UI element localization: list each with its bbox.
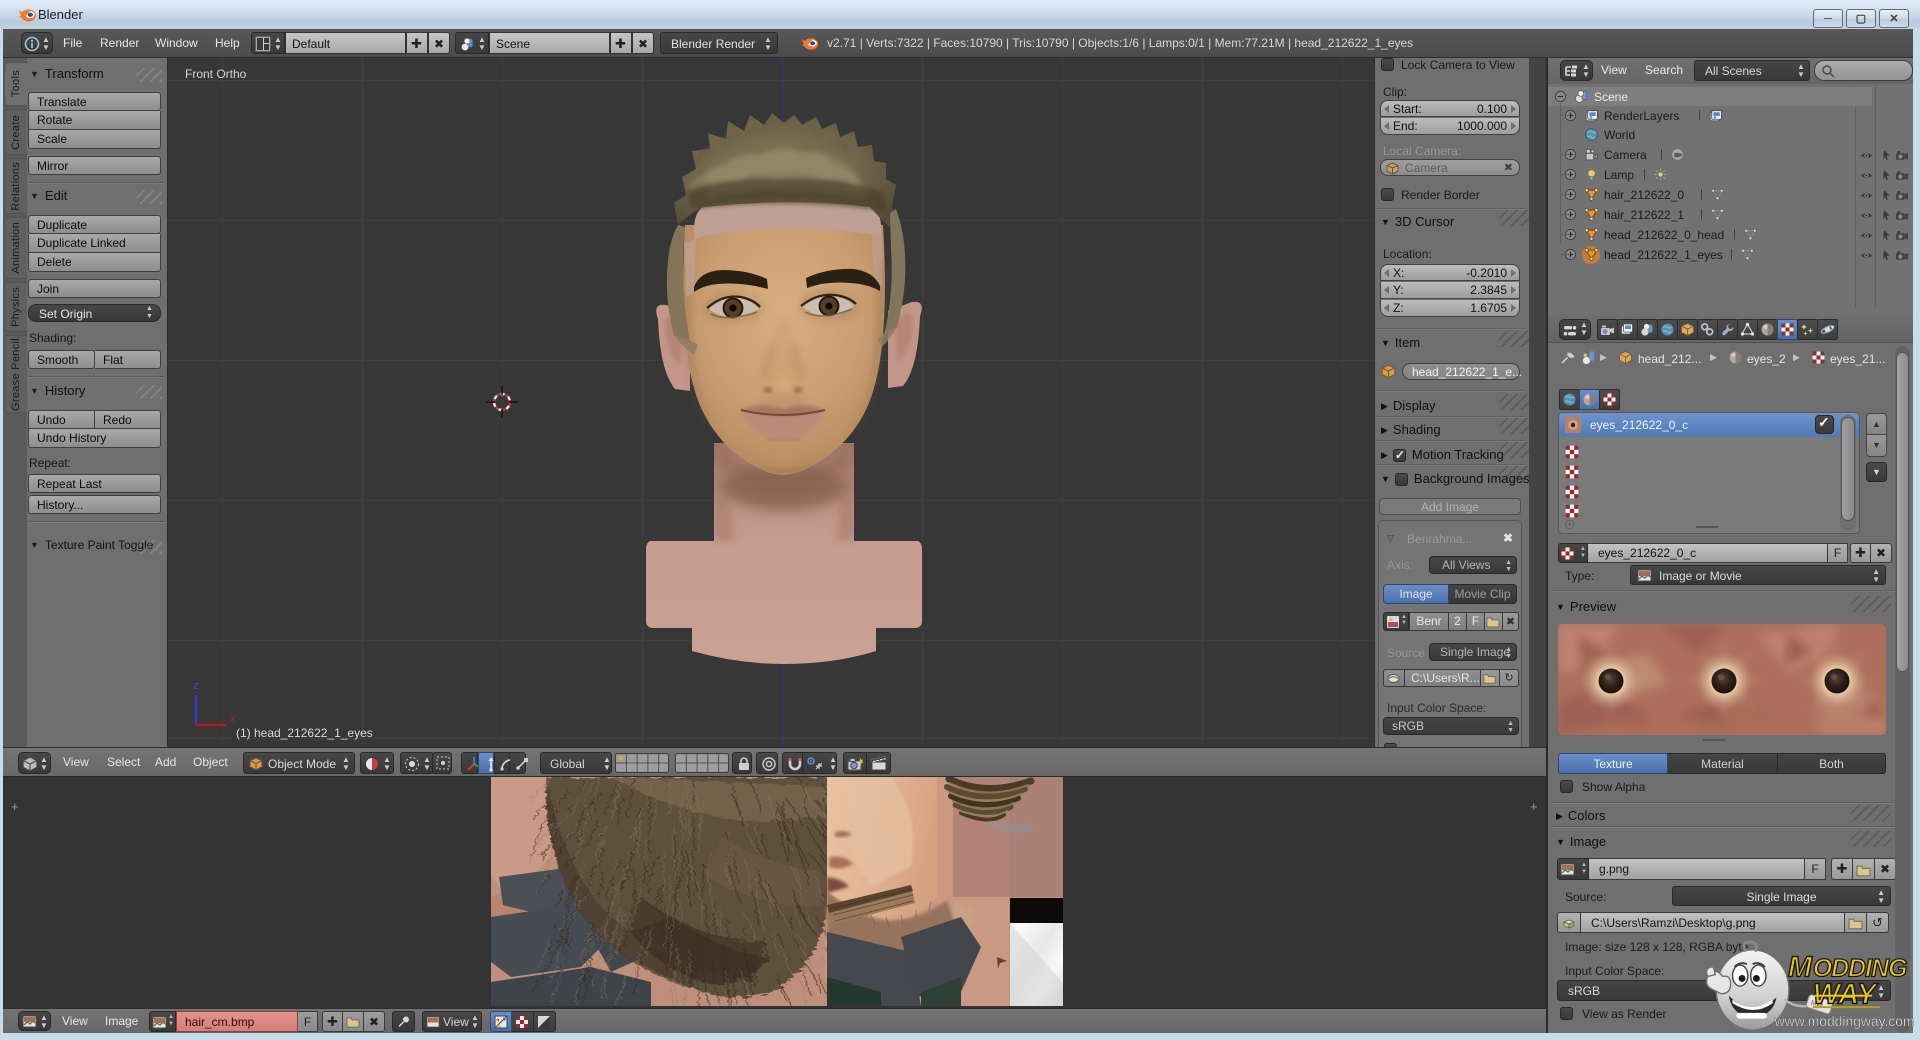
svg-text:z: z: [193, 680, 199, 692]
svg-text:M: M: [1788, 952, 1813, 984]
svg-text:x: x: [230, 713, 236, 725]
svg-text:www.moddingway.com: www.moddingway.com: [1774, 1013, 1915, 1029]
svg-text:WAY: WAY: [1813, 978, 1879, 1010]
